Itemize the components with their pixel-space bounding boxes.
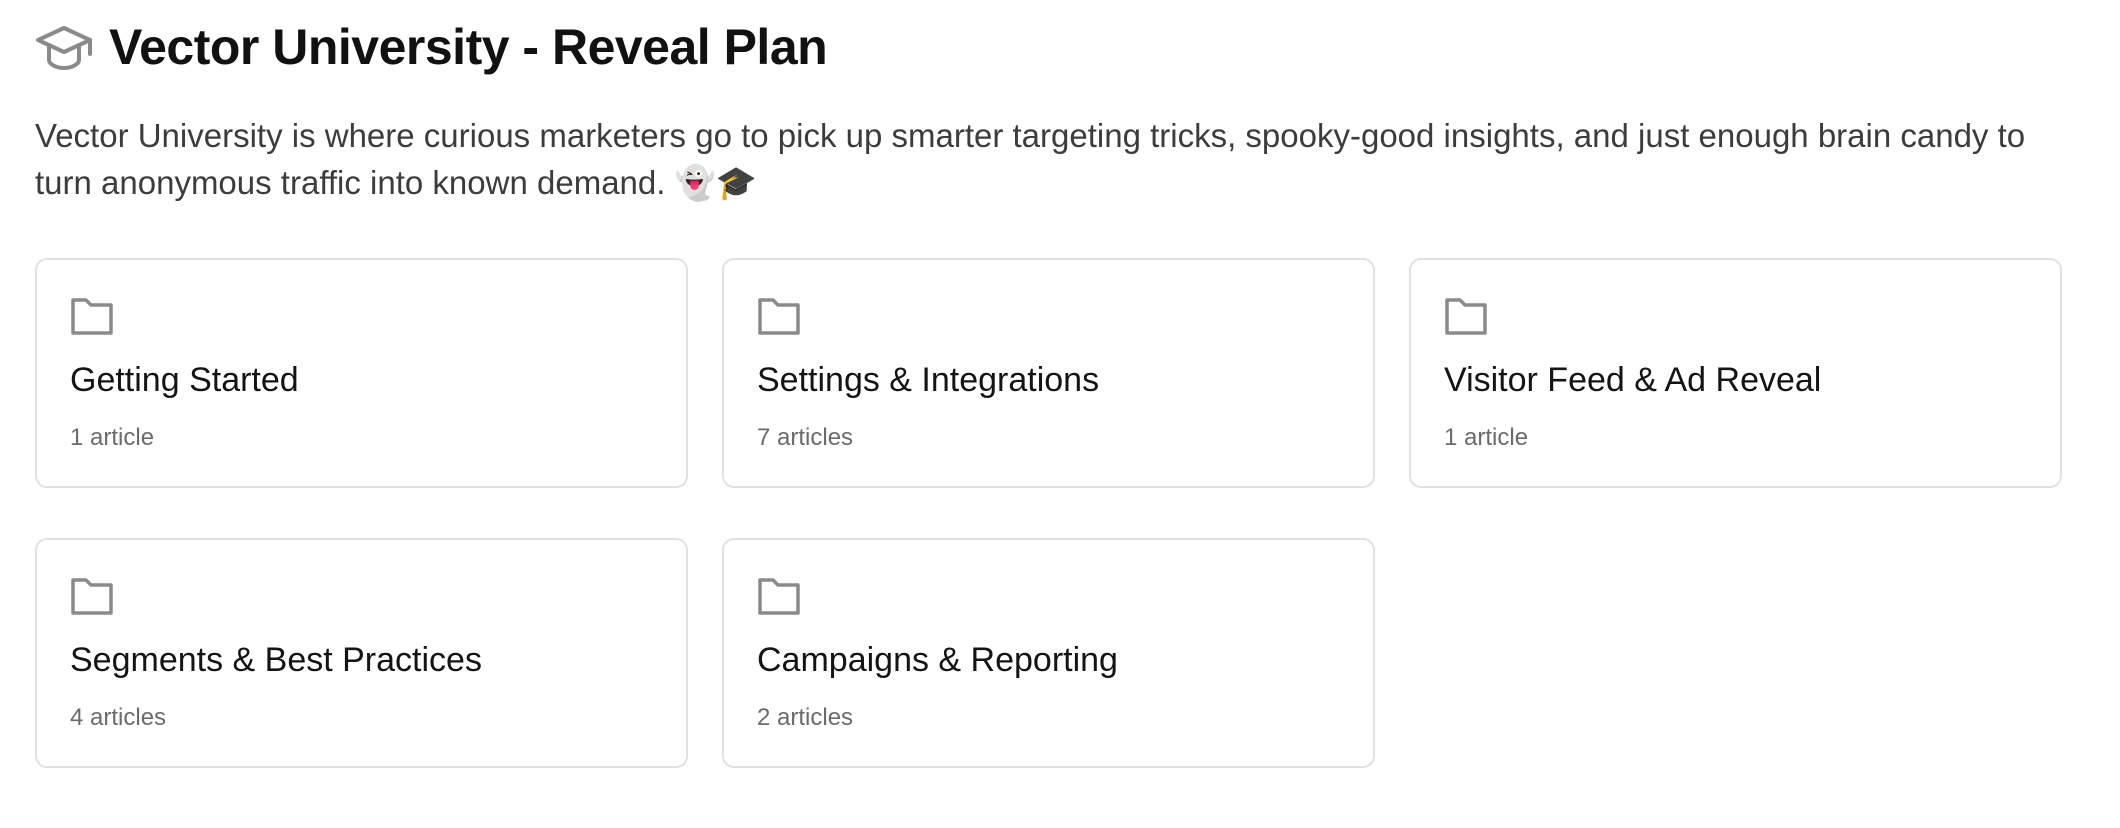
collection-article-count: 4 articles xyxy=(70,704,167,731)
collection-title: Visitor Feed & Ad Reveal xyxy=(1444,361,1822,399)
collection-card-visitor-feed-ad-reveal[interactable]: Visitor Feed & Ad Reveal 1 article xyxy=(1409,258,2062,488)
folder-icon xyxy=(757,576,801,616)
help-center-page: Vector University - Reveal Plan Vector U… xyxy=(35,0,2065,768)
folder-icon xyxy=(70,296,114,336)
collection-card-segments-best-practices[interactable]: Segments & Best Practices 4 articles xyxy=(35,538,688,768)
collections-grid: Getting Started 1 article Settings & Int… xyxy=(35,258,2065,768)
folder-icon xyxy=(1444,296,1488,336)
page-title: Vector University - Reveal Plan xyxy=(109,19,828,75)
collection-title: Getting Started xyxy=(70,361,299,399)
collection-card-getting-started[interactable]: Getting Started 1 article xyxy=(35,258,688,488)
graduation-cap-icon xyxy=(35,18,93,76)
collection-article-count: 1 article xyxy=(1444,424,1529,451)
folder-icon xyxy=(757,296,801,336)
page-header: Vector University - Reveal Plan xyxy=(35,0,2065,94)
collection-title: Segments & Best Practices xyxy=(70,641,482,679)
page-description: Vector University is where curious marke… xyxy=(35,117,2026,201)
collection-title: Settings & Integrations xyxy=(757,361,1100,399)
collection-article-count: 2 articles xyxy=(757,704,854,731)
collection-card-settings-integrations[interactable]: Settings & Integrations 7 articles xyxy=(722,258,1375,488)
folder-icon xyxy=(70,576,114,616)
collection-title: Campaigns & Reporting xyxy=(757,641,1118,679)
collection-article-count: 1 article xyxy=(70,424,155,451)
collection-article-count: 7 articles xyxy=(757,424,854,451)
collection-card-campaigns-reporting[interactable]: Campaigns & Reporting 2 articles xyxy=(722,538,1375,768)
